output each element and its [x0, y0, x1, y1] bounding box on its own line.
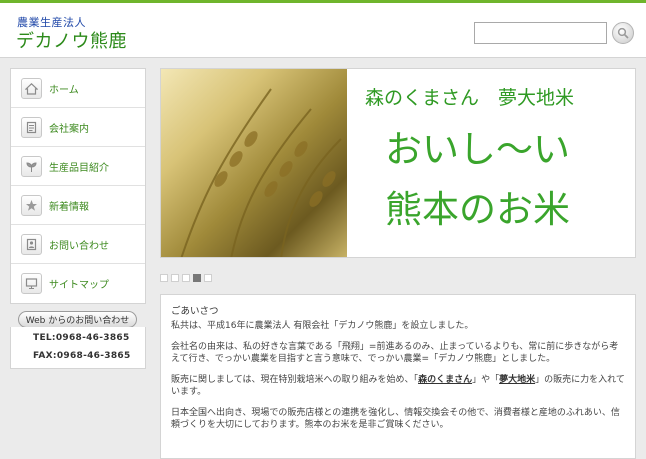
paragraph-text: 」や「	[472, 375, 500, 385]
nav-item-company[interactable]: 会社案内	[11, 108, 145, 147]
paragraph-text: 販売に関しましては、現在特別栽培米への取り組みを始め、「	[171, 375, 419, 385]
slider-dot[interactable]	[160, 274, 168, 282]
hero-brand-text: 森のくまさん 夢大地米	[365, 87, 575, 109]
home-icon	[21, 77, 42, 99]
nav-item-news[interactable]: 新着情報	[11, 186, 145, 225]
document-icon	[21, 116, 42, 138]
slider-dot[interactable]	[204, 274, 212, 282]
nav-label: 新着情報	[49, 201, 89, 213]
nav-label: ホーム	[49, 84, 79, 96]
site-logo[interactable]: デカノウ熊鹿	[16, 27, 127, 53]
sprout-icon	[21, 155, 42, 177]
tel-number: TEL:0968-46-3865	[33, 333, 130, 343]
product-link-mori-no-kumasan[interactable]: 森のくまさん	[418, 375, 472, 385]
nav-item-sitemap[interactable]: サイトマップ	[11, 264, 145, 303]
hero-headline-1: おいし～い	[385, 128, 570, 171]
greeting-paragraph-1: 私共は、平成16年に農業法人 有限会社「デカノウ熊鹿」を設立しました。	[171, 321, 474, 331]
contact-info-box: TEL:0968-46-3865 FAX:0968-46-3865	[10, 327, 146, 369]
slider-dot[interactable]	[171, 274, 179, 282]
star-icon	[21, 194, 42, 216]
fax-number: FAX:0968-46-3865	[33, 351, 131, 361]
nav-item-home[interactable]: ホーム	[11, 69, 145, 108]
search-input[interactable]	[474, 22, 607, 44]
nav-label: 会社案内	[49, 123, 89, 135]
nav-label: サイトマップ	[49, 280, 109, 291]
nav-label: お問い合わせ	[49, 240, 109, 252]
nav-item-contact[interactable]: お問い合わせ	[11, 225, 145, 264]
greeting-section: ごあいさつ 私共は、平成16年に農業法人 有限会社「デカノウ熊鹿」を設立しました…	[160, 294, 636, 459]
product-link-yumedaichi-mai[interactable]: 夢大地米	[499, 375, 535, 385]
nav-label: 生産品目紹介	[49, 162, 109, 174]
section-title: ごあいさつ	[171, 306, 219, 317]
hero-text-panel: 森のくまさん 夢大地米 おいし～い 熊本のお米	[347, 69, 635, 257]
site-header: 農業生産法人 デカノウ熊鹿	[0, 3, 646, 58]
web-inquiry-button[interactable]: Web からのお問い合わせ	[18, 311, 137, 328]
sidebar-nav: ホーム 会社案内 生産品目紹介 新着情報 お問い合わせ サイトマップ	[10, 68, 146, 304]
rice-photo	[161, 69, 347, 257]
sitemap-icon	[21, 273, 42, 294]
search-button[interactable]	[612, 22, 634, 44]
greeting-paragraph-4: 日本全国へ出向き、現場での販売店様との連携を強化し、情報交換会その他で、消費者様…	[171, 408, 620, 430]
search-icon	[617, 27, 629, 39]
slider-dot-active[interactable]	[193, 274, 201, 282]
slider-dot[interactable]	[182, 274, 190, 282]
slider-pagination	[160, 274, 212, 282]
hero-headline-2: 熊本のお米	[385, 188, 570, 231]
hero-banner: 森のくまさん 夢大地米 おいし～い 熊本のお米	[160, 68, 636, 258]
greeting-paragraph-3: 販売に関しましては、現在特別栽培米への取り組みを始め、「森のくまさん」や「夢大地…	[171, 374, 625, 398]
greeting-paragraph-2: 会社名の由来は、私の好きな言葉である「飛翔」=前進あるのみ、止まっているよりも、…	[171, 342, 619, 364]
contact-icon	[21, 233, 42, 255]
nav-item-products[interactable]: 生産品目紹介	[11, 147, 145, 186]
